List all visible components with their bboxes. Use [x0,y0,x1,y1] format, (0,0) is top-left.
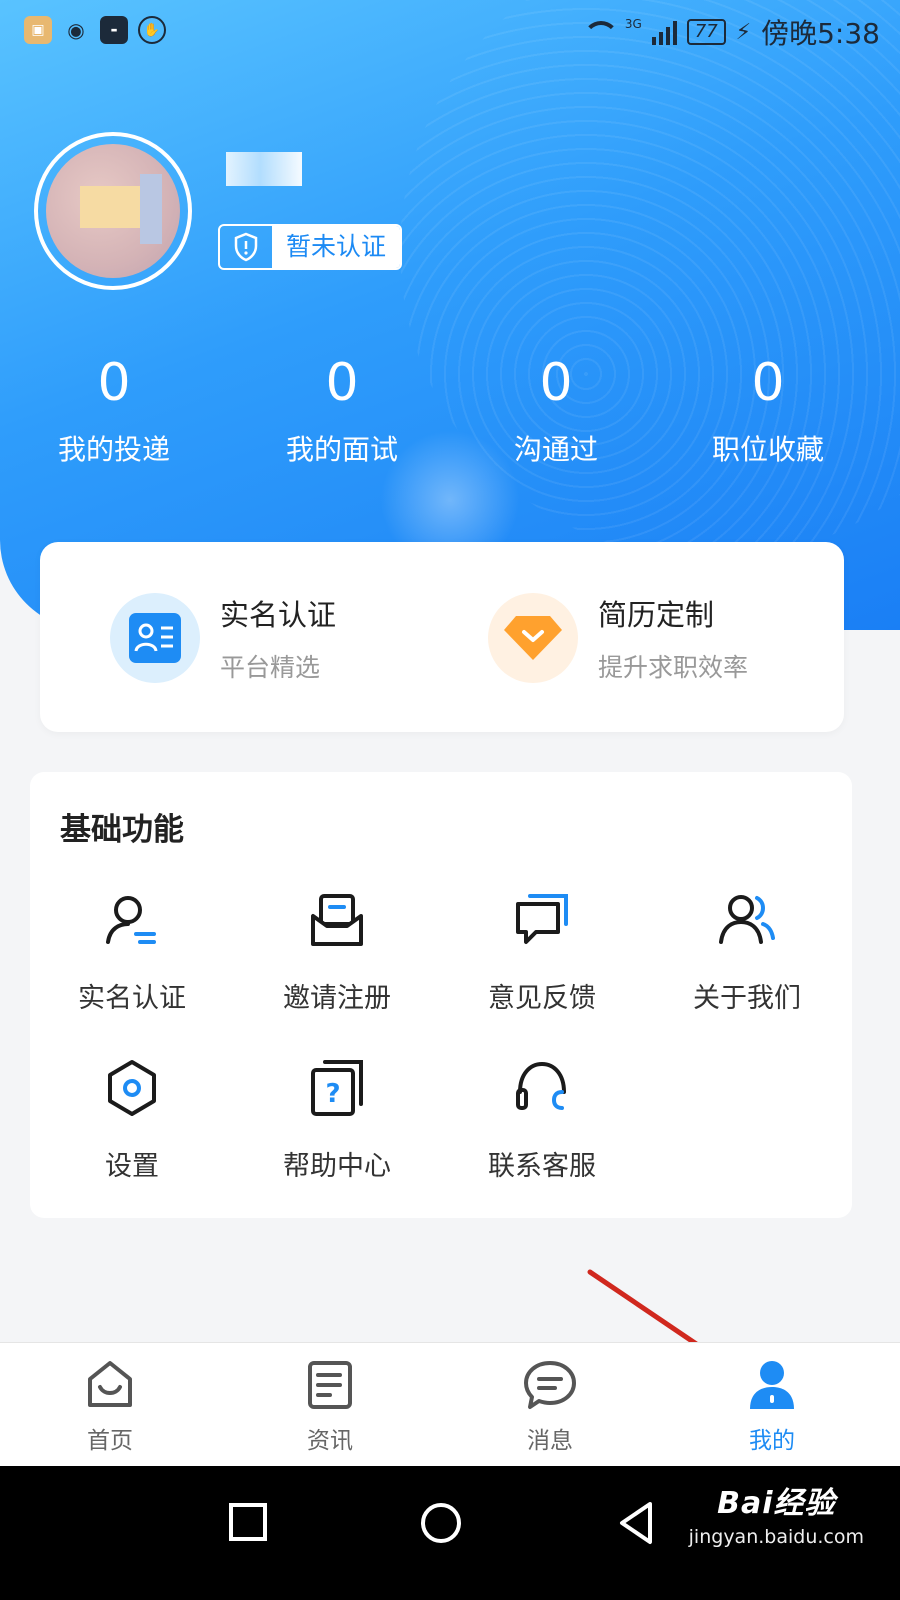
shield-icon [220,226,272,268]
stat-value: 0 [97,353,131,413]
section-title: 基础功能 [60,812,184,848]
quick-card-subtitle: 提升求职效率 [598,653,749,682]
verify-status-badge[interactable]: 暂未认证 [218,224,403,270]
status-indicators: 3G 77 ⚡ 傍晚5:38 [581,12,880,52]
battery-indicator: 77 [686,19,726,45]
help-question-icon: ? [307,1058,367,1118]
nav-label: 消息 [527,1428,573,1454]
wechat-icon: ◉ [67,18,85,42]
quick-resume-customize[interactable]: 简历定制 提升求职效率 [488,592,748,684]
stat-value: 0 [539,353,573,413]
user-verify-icon [102,890,162,950]
func-about-us[interactable]: 关于我们 [645,890,849,1015]
quick-card-subtitle: 平台精选 [220,653,321,682]
nav-label: 资讯 [307,1428,353,1454]
stat-label: 我的面试 [285,433,398,466]
avatar-image [46,144,180,278]
stat-communicated[interactable]: 0 沟通过 [456,350,656,468]
back-button[interactable] [612,1498,662,1548]
charging-icon: ⚡ [735,19,752,45]
func-label: 意见反馈 [488,983,596,1014]
func-help-center[interactable]: ? 帮助中心 [235,1058,439,1183]
avatar[interactable] [34,132,192,290]
system-navigation-bar: Bai经验 jingyan.baidu.com [0,1466,900,1600]
stat-job-favorites[interactable]: 0 职位收藏 [668,350,868,468]
stat-label: 职位收藏 [711,433,824,466]
nav-label: 首页 [87,1428,133,1454]
func-feedback[interactable]: 意见反馈 [440,890,644,1015]
news-icon [302,1357,358,1413]
basic-functions-card: 基础功能 实名认证 邀请注册 意见反馈 关于我们 设置 ? 帮助中心 联系客服 [30,772,852,1218]
nav-messages[interactable]: 消息 [490,1357,610,1455]
avatar-mosaic [140,174,162,244]
svg-text:?: ? [325,1079,340,1109]
func-settings[interactable]: 设置 [30,1058,234,1183]
hand-icon: ✋ [138,16,166,44]
quick-card-title: 实名认证 [220,598,337,632]
wifi-icon [581,19,619,45]
stat-my-interviews[interactable]: 0 我的面试 [242,350,442,468]
feedback-chat-icon [512,890,572,950]
status-time: 傍晚5:38 [761,17,880,50]
func-label: 联系客服 [488,1151,596,1182]
network-type-label: 3G [624,17,642,31]
recent-apps-button[interactable] [224,1498,274,1548]
message-icon [522,1357,578,1413]
home-button[interactable] [416,1498,466,1548]
home-icon [82,1357,138,1413]
verify-status-label: 暂未认证 [272,226,401,268]
nav-home[interactable]: 首页 [50,1357,170,1455]
profile-icon [744,1357,800,1413]
func-invite-register[interactable]: 邀请注册 [235,890,439,1015]
avatar-mosaic [80,186,140,228]
quick-actions-card: 实名认证 平台精选 简历定制 提升求职效率 [40,542,844,732]
watermark-url: jingyan.baidu.com [688,1526,864,1548]
nav-mine[interactable]: 我的 [712,1357,832,1455]
quick-card-title: 简历定制 [598,598,715,632]
func-real-name-verify[interactable]: 实名认证 [30,890,234,1015]
quick-real-name-verify[interactable]: 实名认证 平台精选 [110,592,336,684]
func-contact-service[interactable]: 联系客服 [440,1058,644,1183]
baidu-jingyan-watermark: Bai经验 jingyan.baidu.com [689,1478,864,1548]
status-notifications: ▣ ◉ ▬ ✋ [24,16,166,44]
bottom-nav: 首页 资讯 消息 我的 [0,1342,900,1466]
invite-envelope-icon [307,890,367,950]
headset-icon [512,1058,572,1118]
header-background [0,0,900,630]
settings-hexagon-icon [102,1058,162,1118]
func-label: 帮助中心 [283,1151,391,1182]
func-label: 实名认证 [78,983,186,1014]
username [226,152,302,186]
diamond-icon [488,593,578,683]
stat-label: 沟通过 [513,433,598,466]
app-notification-icon: ▣ [24,16,52,44]
status-bar: ▣ ◉ ▬ ✋ 3G 77 ⚡ 傍晚5:38 [0,0,900,60]
id-card-icon [110,593,200,683]
stat-label: 我的投递 [57,433,170,466]
watermark-logo-text: Bai经验 [717,1486,836,1521]
stat-my-deliveries[interactable]: 0 我的投递 [14,350,214,468]
stat-value: 0 [325,353,359,413]
signal-icon [651,19,677,45]
func-label: 邀请注册 [283,983,391,1014]
stat-value: 0 [751,353,785,413]
huawei-app-icon: ▬ [100,16,128,44]
about-users-icon [717,890,777,950]
func-label: 设置 [105,1151,159,1182]
nav-label: 我的 [749,1428,795,1454]
nav-news[interactable]: 资讯 [270,1357,390,1455]
func-label: 关于我们 [693,983,801,1014]
